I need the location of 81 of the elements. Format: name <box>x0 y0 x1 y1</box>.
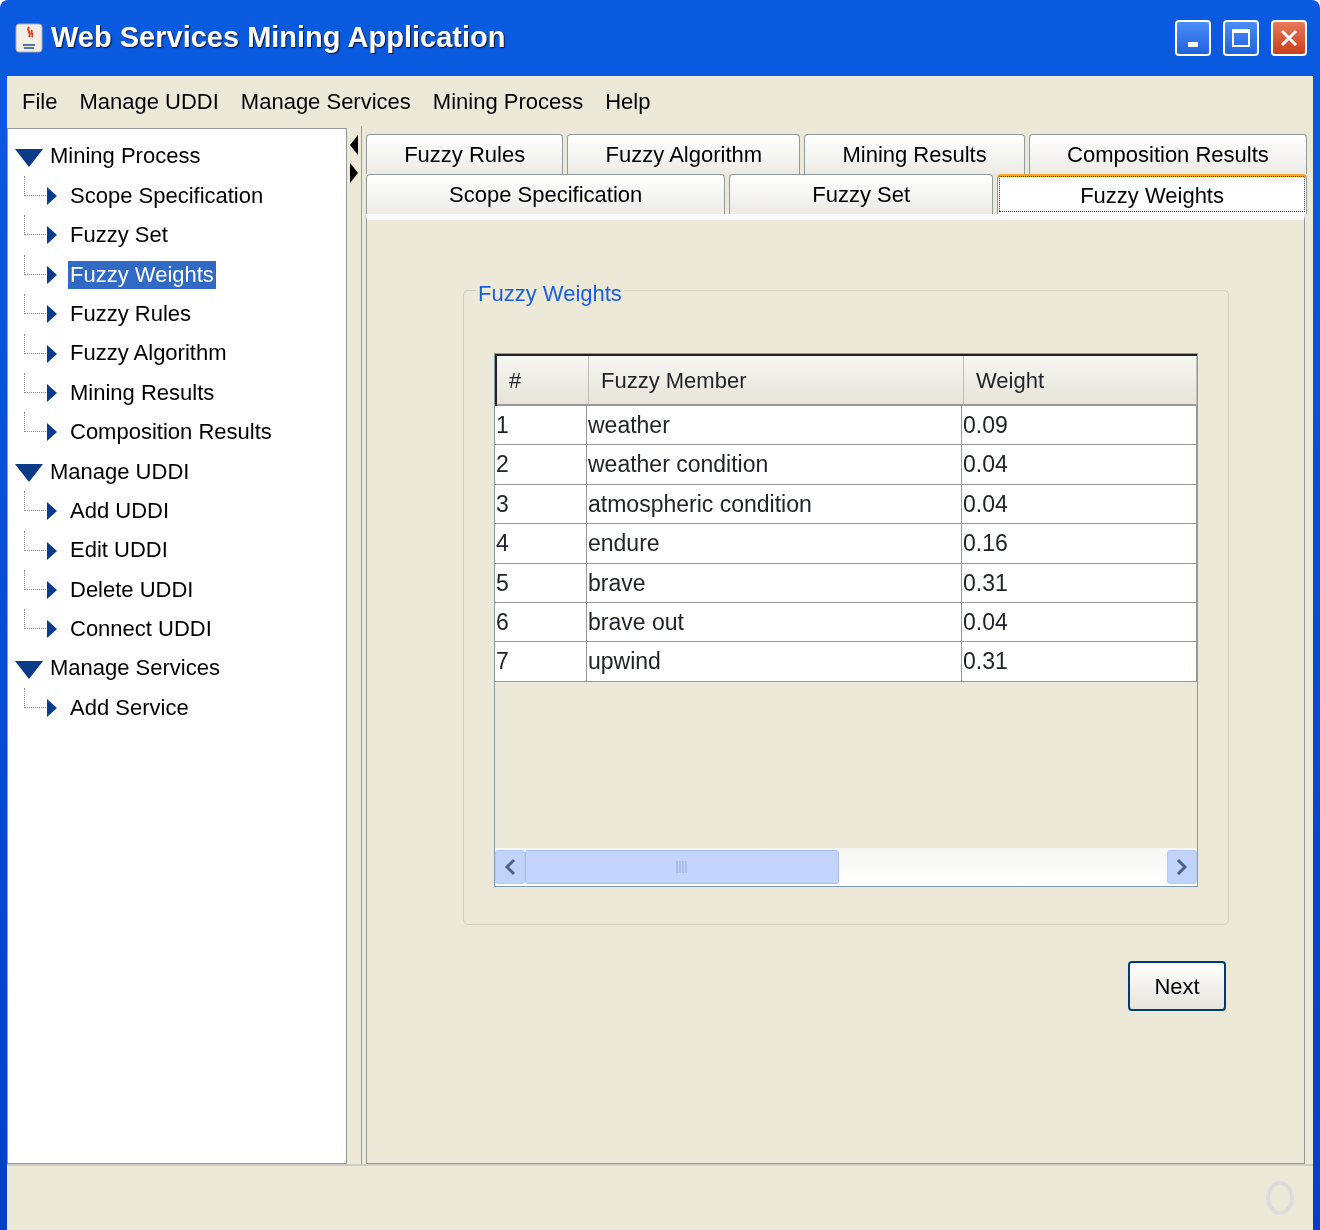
tree-item[interactable]: Mining Results <box>68 378 217 408</box>
collapsed-icon[interactable] <box>46 225 58 246</box>
table-cell: 0.31 <box>962 642 1197 681</box>
menu-item[interactable]: Manage Services <box>231 84 420 118</box>
collapsed-icon[interactable] <box>46 580 58 600</box>
collapsed-icon[interactable] <box>46 304 58 325</box>
tab[interactable]: Fuzzy Algorithm <box>567 134 801 174</box>
tab[interactable]: Composition Results <box>1028 134 1307 174</box>
next-button[interactable]: Next <box>1128 961 1226 1011</box>
scroll-thumb[interactable] <box>525 850 839 884</box>
tab[interactable]: Fuzzy Weights <box>997 174 1307 214</box>
app-icon <box>15 23 43 53</box>
chevron-left-icon <box>504 858 516 876</box>
table-cell: 0.04 <box>962 602 1197 642</box>
table-cell: 0.04 <box>962 445 1197 484</box>
table-cell: atmospheric condition <box>587 484 962 524</box>
table-cell: 1 <box>495 406 587 445</box>
collapsed-icon[interactable] <box>46 501 58 522</box>
tree-item[interactable]: Delete UDDI <box>68 575 196 605</box>
tree-item[interactable]: Fuzzy Weights <box>68 260 216 290</box>
tab[interactable]: Mining Results <box>804 134 1025 174</box>
table-cell: weather condition <box>587 445 962 484</box>
tree-item[interactable]: Mining Process <box>48 142 203 171</box>
menu-item[interactable]: Help <box>596 84 660 118</box>
table-cell: 0.31 <box>962 563 1197 602</box>
tree-item[interactable]: Edit UDDI <box>68 536 170 565</box>
table-cell: weather <box>587 406 962 445</box>
maximize-button[interactable] <box>1223 20 1259 56</box>
close-icon <box>1279 28 1299 48</box>
collapsed-icon[interactable] <box>46 540 58 561</box>
column-header[interactable]: Weight <box>964 356 1197 406</box>
table-cell: 7 <box>495 642 587 681</box>
table-cell: 0.04 <box>962 484 1197 524</box>
table-cell: 0.16 <box>962 524 1197 563</box>
collapsed-icon[interactable] <box>46 343 58 364</box>
collapsed-icon[interactable] <box>46 383 58 404</box>
tree-item[interactable]: Scope Specification <box>68 181 266 211</box>
collapsed-icon[interactable] <box>46 186 58 207</box>
table-cell: 5 <box>495 563 587 602</box>
tree-item[interactable]: Fuzzy Set <box>68 221 170 250</box>
tree-item[interactable]: Add Service <box>68 693 191 723</box>
window-title: Web Services Mining Application <box>51 20 506 56</box>
minimize-icon <box>1188 41 1198 47</box>
scroll-right-button[interactable] <box>1167 850 1197 884</box>
collapsed-icon[interactable] <box>46 619 58 640</box>
tree-item[interactable]: Connect UDDI <box>68 615 214 644</box>
menu-item[interactable]: Mining Process <box>423 84 593 118</box>
tree-item[interactable]: Fuzzy Rules <box>68 299 194 329</box>
table-cell: 0.09 <box>962 406 1197 445</box>
chevron-right-icon <box>1176 858 1188 876</box>
scroll-left-button[interactable] <box>495 850 525 884</box>
minimize-button[interactable] <box>1175 20 1211 56</box>
column-header[interactable]: # <box>497 356 589 406</box>
tree-item[interactable]: Manage UDDI <box>48 457 192 487</box>
table-cell: 3 <box>495 484 587 524</box>
table-cell: brave out <box>587 602 962 642</box>
tab[interactable]: Fuzzy Set <box>729 174 994 214</box>
table-cell: brave <box>587 563 962 602</box>
tree-item[interactable]: Add UDDI <box>68 496 172 526</box>
table-cell: 6 <box>495 602 587 642</box>
tree-item[interactable]: Fuzzy Algorithm <box>68 339 229 368</box>
table-cell: 4 <box>495 524 587 563</box>
horizontal-scrollbar[interactable] <box>495 848 1197 886</box>
tab[interactable]: Fuzzy Rules <box>366 134 564 174</box>
collapsed-icon[interactable] <box>46 698 58 719</box>
menu-item[interactable]: Manage UDDI <box>70 84 228 118</box>
maximize-icon <box>1231 28 1251 48</box>
grip-icon <box>675 861 689 873</box>
menu-item[interactable]: File <box>13 84 67 118</box>
table-cell: 2 <box>495 445 587 484</box>
tree-item[interactable]: Manage Services <box>48 654 222 684</box>
tree-item[interactable]: Composition Results <box>68 418 274 447</box>
column-header[interactable]: Fuzzy Member <box>589 356 964 406</box>
tab[interactable]: Scope Specification <box>366 174 726 214</box>
collapsed-icon[interactable] <box>46 422 58 443</box>
table-cell: endure <box>587 524 962 563</box>
close-button[interactable] <box>1271 20 1307 56</box>
collapsed-icon[interactable] <box>46 264 58 285</box>
table-cell: upwind <box>587 642 962 681</box>
collapse-left-icon[interactable] <box>349 134 359 156</box>
collapse-right-icon[interactable] <box>349 162 359 184</box>
